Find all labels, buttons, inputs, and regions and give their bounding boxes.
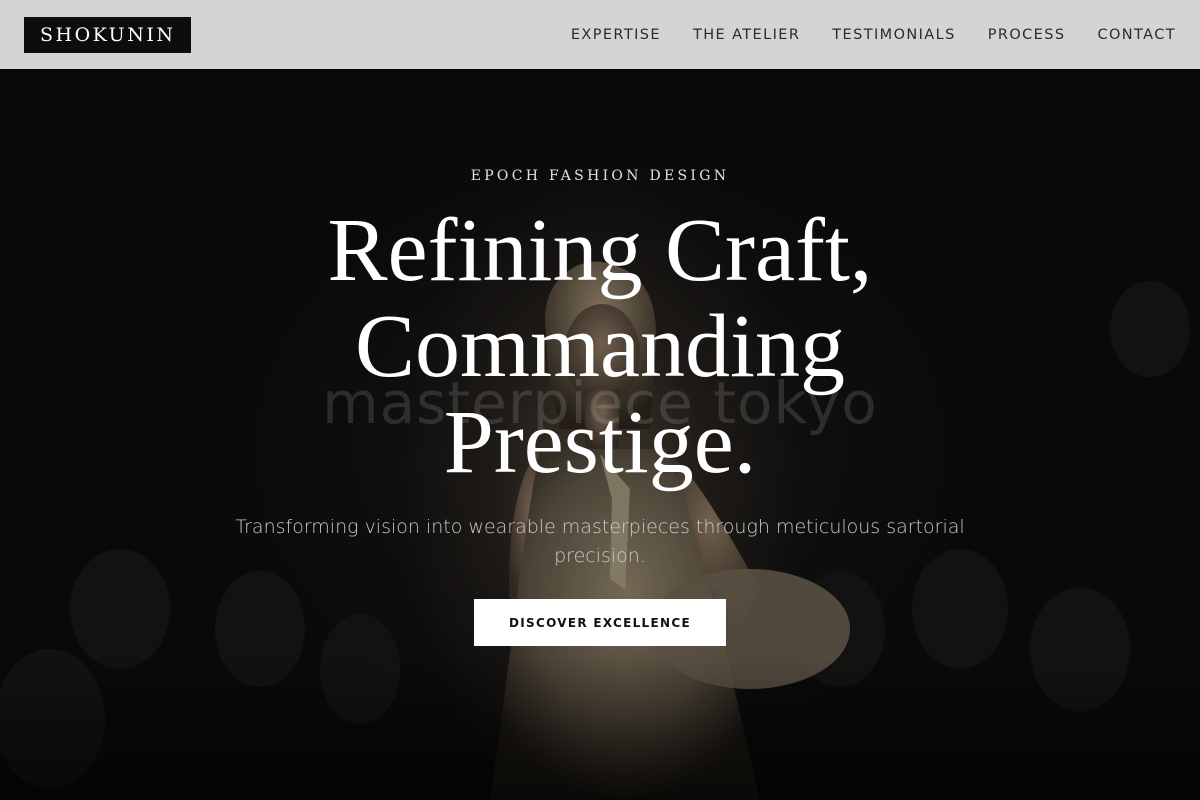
site-header: SHOKUNIN EXPERTISE THE ATELIER TESTIMONI… [0, 0, 1200, 69]
nav-item-expertise[interactable]: EXPERTISE [571, 27, 661, 43]
nav-item-process[interactable]: PROCESS [988, 27, 1066, 43]
hero-eyebrow: EPOCH FASHION DESIGN [470, 168, 730, 184]
hero-subtitle: Transforming vision into wearable master… [235, 516, 965, 567]
headline-line-2: Commanding [355, 297, 845, 396]
main-nav: EXPERTISE THE ATELIER TESTIMONIALS PROCE… [571, 27, 1176, 43]
hero-section: masterpiece tokyo EPOCH FASHION DESIGN R… [0, 69, 1200, 800]
headline-line-1: Refining Craft, [327, 201, 873, 300]
discover-excellence-button[interactable]: DISCOVER EXCELLENCE [474, 599, 726, 646]
nav-item-the-atelier[interactable]: THE ATELIER [693, 27, 800, 43]
brand-logo[interactable]: SHOKUNIN [24, 16, 192, 53]
nav-item-contact[interactable]: CONTACT [1097, 27, 1176, 43]
hero-headline: Refining Craft, Commanding Prestige. [0, 203, 1200, 491]
nav-item-testimonials[interactable]: TESTIMONIALS [832, 27, 955, 43]
headline-line-3: Prestige. [443, 393, 757, 492]
